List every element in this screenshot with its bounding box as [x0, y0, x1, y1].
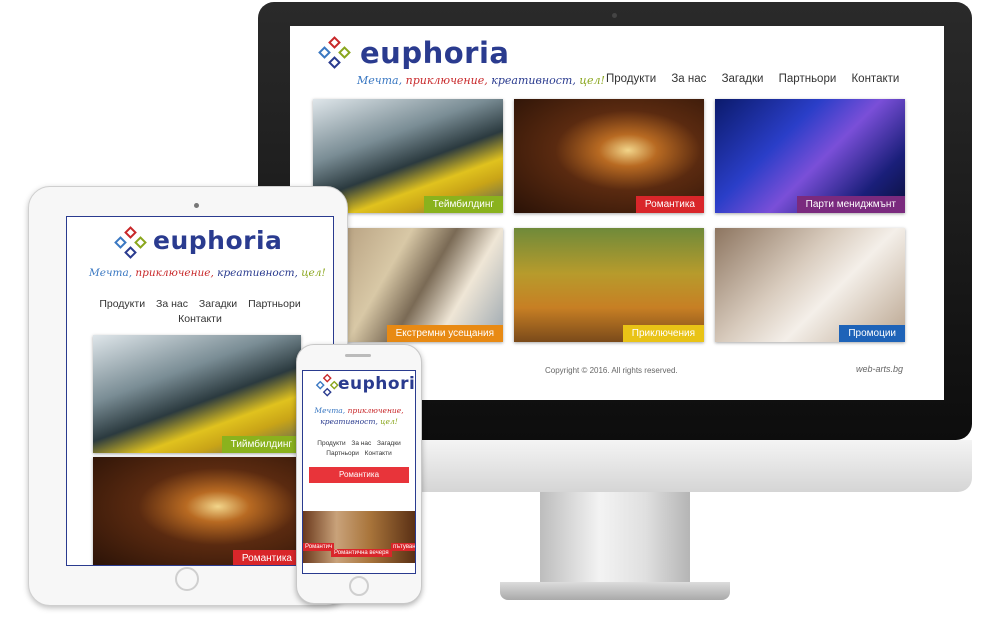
nav-item-products[interactable]: Продукти	[99, 298, 145, 310]
tagline-word-2: приключение,	[135, 267, 214, 279]
nav-item-contacts[interactable]: Контакти	[178, 313, 222, 325]
main-nav: Продукти За нас Загадки Партньори Контак…	[67, 297, 333, 327]
nav-item-about[interactable]: За нас	[671, 73, 706, 85]
tile-extreme[interactable]: Екстремни усещания	[346, 228, 503, 342]
logo-text[interactable]: euphoria	[338, 374, 415, 394]
main-nav: Продукти За нас Загадки Партньори Контак…	[303, 439, 415, 459]
imac-foot	[500, 582, 730, 600]
home-button-icon[interactable]	[175, 567, 199, 591]
imac-stand	[540, 492, 690, 584]
nav-item-about[interactable]: За нас	[351, 440, 371, 447]
tile-label: Екстремни усещания	[386, 325, 503, 342]
tile-label: Теймбилдинг	[423, 196, 503, 213]
main-nav: Продукти За нас Загадки Партньори Контак…	[606, 73, 899, 85]
diamond-red-icon	[124, 226, 137, 239]
nav-item-riddles[interactable]: Загадки	[377, 440, 401, 447]
diamond-navy-icon	[124, 246, 137, 259]
nav-item-partners[interactable]: Партньори	[248, 298, 301, 310]
nav-item-partners[interactable]: Партньори	[326, 450, 359, 457]
nav-item-partners[interactable]: Партньори	[779, 73, 837, 85]
nav-item-contacts[interactable]: Контакти	[365, 450, 392, 457]
tile-teambuilding[interactable]: Тиймбилдинг	[93, 335, 301, 453]
tile-label: Романтика	[232, 550, 301, 565]
tagline-word-1: Мечта,	[357, 74, 403, 87]
speaker-icon	[345, 354, 371, 357]
section-banner[interactable]: Романтика	[309, 467, 409, 483]
nav-item-contacts[interactable]: Контакти	[851, 73, 899, 85]
tile-romance[interactable]: Романтика	[93, 457, 301, 565]
tagline-word-3: креативност,	[491, 74, 576, 87]
tile-label: Тиймбилдинг	[221, 436, 301, 453]
tile-promotions[interactable]: Промоции	[715, 228, 905, 342]
nav-item-about[interactable]: За нас	[156, 298, 188, 310]
logo-text[interactable]: euphoria	[153, 226, 282, 255]
nav-item-riddles[interactable]: Загадки	[199, 298, 237, 310]
card-label-center[interactable]: Романтична вечеря	[331, 549, 392, 557]
tagline-word-2: приключение,	[347, 406, 404, 415]
diamond-blue-icon	[318, 46, 331, 59]
tile-label: Романтика	[635, 196, 704, 213]
nav-item-riddles[interactable]: Загадки	[722, 73, 764, 85]
nav-item-products[interactable]: Продукти	[606, 73, 656, 85]
diamond-navy-icon	[322, 387, 332, 397]
tagline-word-4: цел!	[579, 74, 605, 87]
tagline-word-4: цел!	[301, 267, 326, 279]
tile-label: Промоции	[839, 325, 905, 342]
tile-label: Парти мениджмънт	[796, 196, 905, 213]
tagline: Мечта, приключение, креативност, цел!	[357, 74, 605, 87]
ipad-screen: euphoria Мечта, приключение, креативност…	[66, 216, 334, 566]
footer-credit[interactable]: web-arts.bg	[856, 364, 903, 374]
card-label-right[interactable]: пътуванд	[391, 543, 415, 551]
diamond-blue-icon	[114, 236, 127, 249]
tagline-word-1: Мечта,	[89, 267, 133, 279]
tagline: Мечта, приключение, креативност, цел!	[89, 267, 326, 279]
nav-item-products[interactable]: Продукти	[317, 440, 345, 447]
tile-romance[interactable]: Романтика	[514, 99, 704, 213]
tile-label: Приключения	[622, 325, 704, 342]
logo-icon[interactable]	[113, 226, 149, 262]
diamond-blue-icon	[315, 380, 325, 390]
tagline-word-3: креативност,	[217, 267, 298, 279]
diamond-green-icon	[134, 236, 147, 249]
diamond-red-icon	[322, 373, 332, 383]
tagline-word-4: цел!	[380, 417, 398, 426]
logo-icon[interactable]	[316, 36, 356, 74]
logo-text[interactable]: euphoria	[360, 36, 509, 70]
footer-copyright: Copyright © 2016. All rights reserved.	[545, 366, 678, 375]
tagline-word-3: креативност,	[320, 417, 378, 426]
diamond-green-icon	[338, 46, 351, 59]
logo-icon[interactable]	[315, 373, 339, 397]
home-button-icon[interactable]	[349, 576, 369, 596]
diamond-red-icon	[328, 36, 341, 49]
tile-party-management[interactable]: Парти мениджмънт	[715, 99, 905, 213]
iphone-screen: euphoria Мечта, приключение, креативност…	[302, 370, 416, 574]
card-label-left[interactable]: Романтич	[303, 543, 335, 551]
camera-icon	[194, 203, 199, 208]
camera-icon	[612, 13, 617, 18]
diamond-navy-icon	[328, 56, 341, 69]
tile-adventures[interactable]: Приключения	[514, 228, 704, 342]
tagline-word-2: приключение,	[405, 74, 488, 87]
tagline: Мечта, приключение, креативност, цел!	[309, 405, 409, 427]
tagline-word-1: Мечта,	[314, 406, 346, 415]
